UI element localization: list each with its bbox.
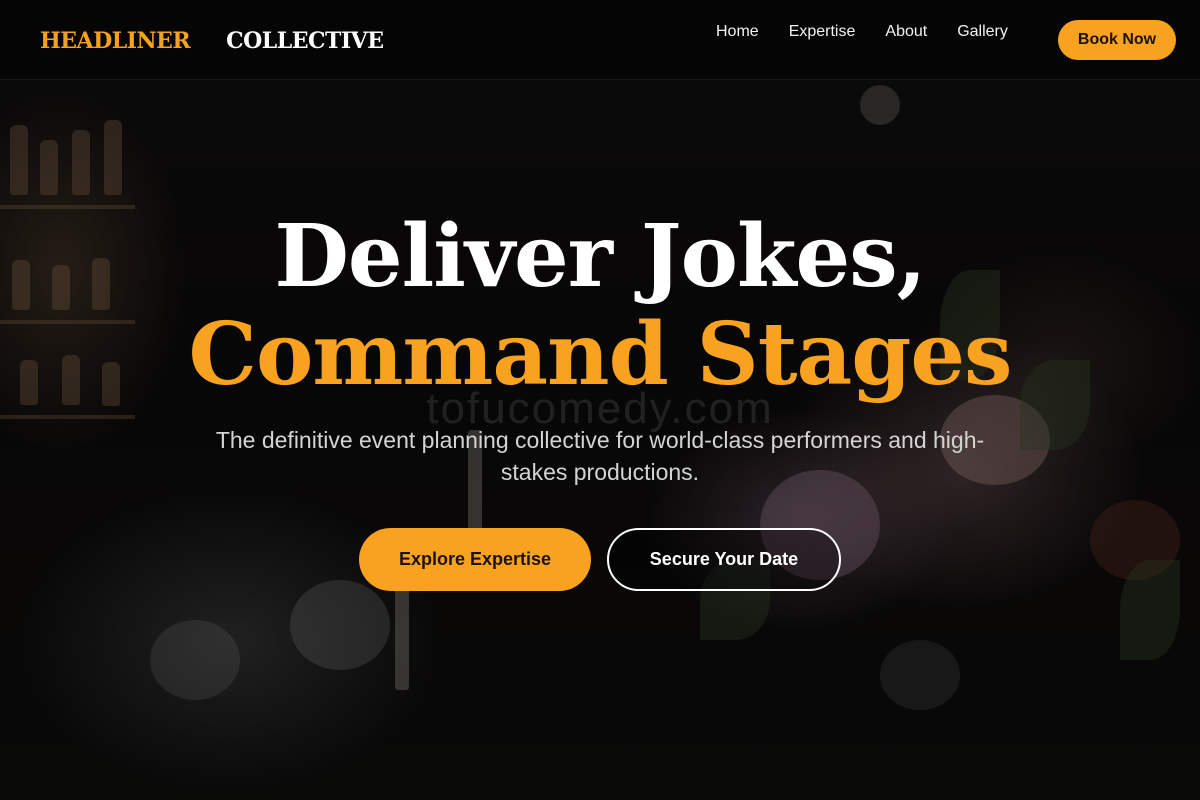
explore-expertise-button[interactable]: Explore Expertise	[359, 528, 591, 591]
nav-link-about[interactable]: About	[885, 22, 927, 42]
hero-subtitle: The definitive event planning collective…	[215, 427, 985, 485]
hero-title-line1: Deliver Jokes,	[274, 206, 926, 307]
brand-name-headliner: HEADLINER	[40, 28, 191, 54]
brand-logo[interactable]: HEADLINER COLLECTIVE	[40, 26, 384, 56]
nav-link-gallery[interactable]: Gallery	[957, 22, 1008, 42]
book-now-button[interactable]: Book Now	[1058, 20, 1176, 60]
brand-name-collective: COLLECTIVE	[226, 28, 384, 54]
main-nav: Home Expertise About Gallery	[716, 22, 1038, 42]
nav-link-expertise[interactable]: Expertise	[789, 22, 856, 42]
nav-link-home[interactable]: Home	[716, 22, 759, 42]
navbar: HEADLINER COLLECTIVE Home Expertise Abou…	[0, 0, 1200, 80]
hero-title: Deliver Jokes, Command Stages	[0, 208, 1200, 404]
secure-your-date-button[interactable]: Secure Your Date	[607, 528, 841, 591]
